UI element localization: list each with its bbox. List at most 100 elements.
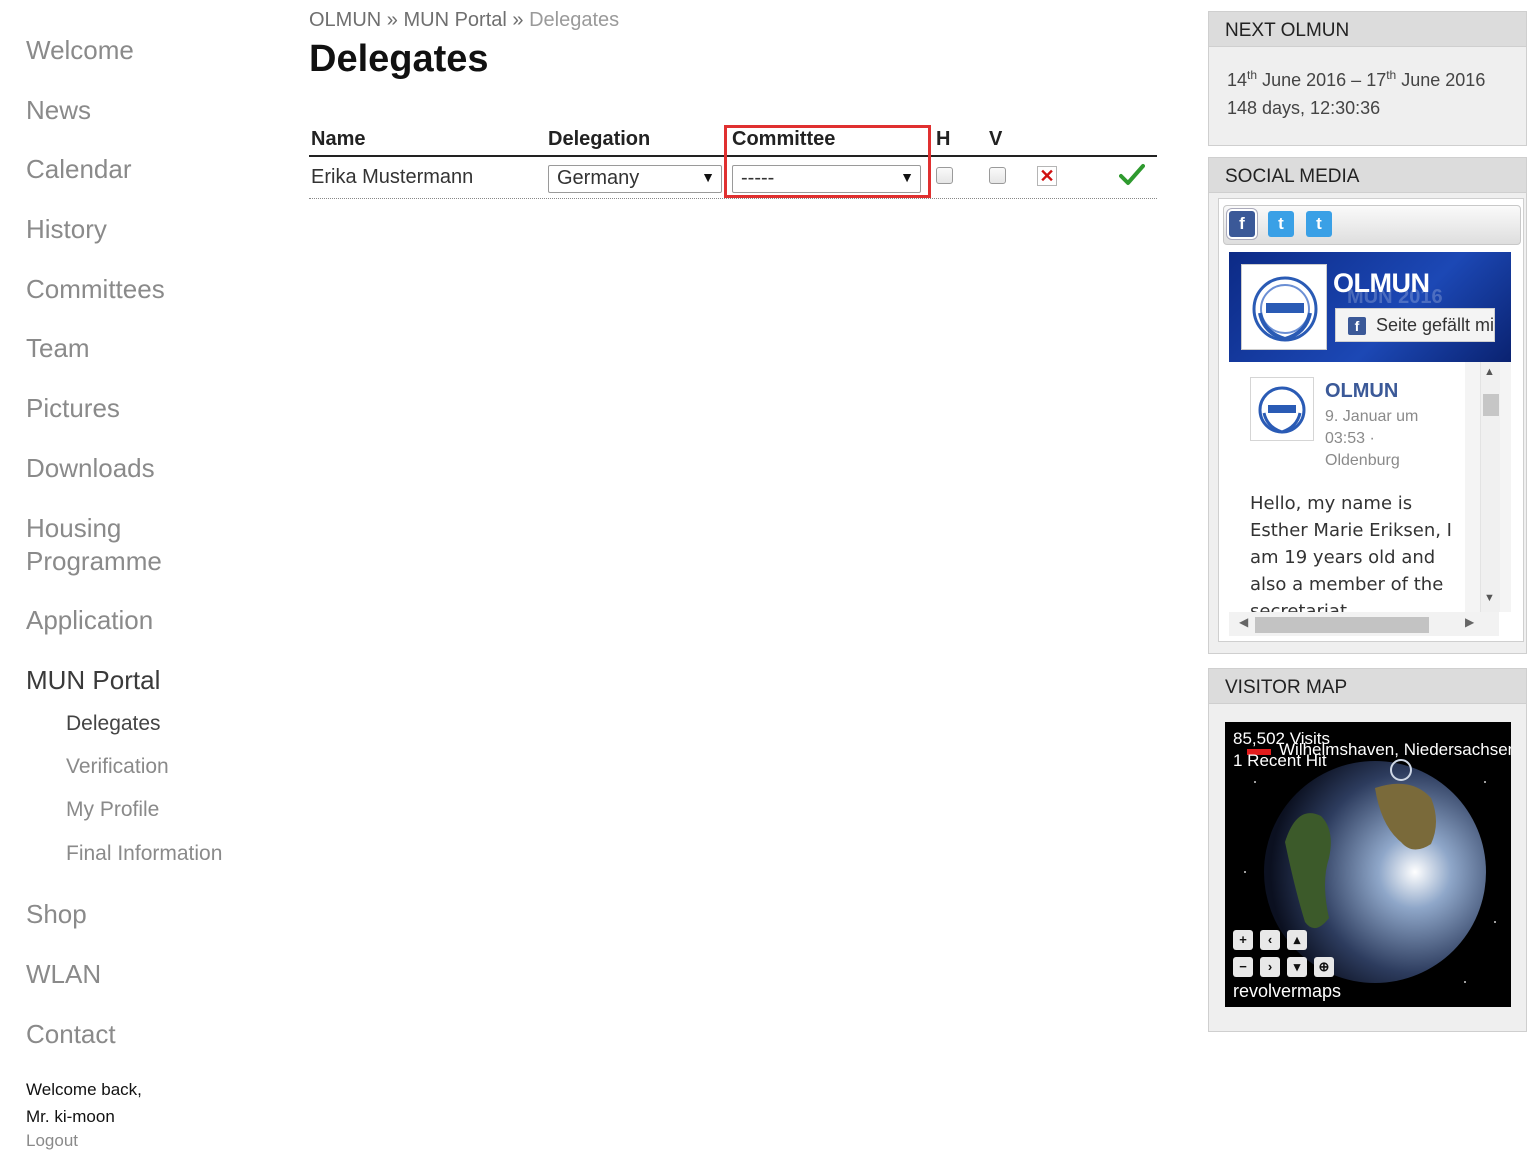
breadcrumb-separator: » — [386, 9, 398, 31]
nav-item-team[interactable]: Team — [26, 332, 90, 365]
nav-item-housing[interactable]: Housing — [26, 512, 121, 545]
like-button-label: Seite gefällt mir — [1376, 315, 1495, 335]
visitor-map-box: VISITOR MAP 85,502 Visits 1 Recent Hit W… — [1208, 668, 1527, 1032]
rotate-left-icon[interactable]: ‹ — [1260, 930, 1280, 950]
breadcrumb-mun-portal[interactable]: MUN Portal — [403, 9, 506, 31]
social-tabs: f t t — [1223, 205, 1521, 245]
rotate-right-icon[interactable]: › — [1260, 957, 1280, 977]
post-text: Hello, my name is Esther Marie Eriksen, … — [1250, 493, 1452, 612]
nav-item-pictures[interactable]: Pictures — [26, 392, 120, 425]
nav-item-mun-portal[interactable]: MUN Portal — [26, 664, 160, 697]
zoom-out-icon[interactable]: − — [1233, 957, 1253, 977]
column-header-v: V — [989, 128, 1003, 150]
feed-horizontal-scrollbar[interactable]: ◀ ▶ — [1229, 612, 1499, 636]
breadcrumb: OLMUN » MUN Portal » Delegates — [309, 9, 619, 32]
facebook-page-cover: MUN 2016 OLMUN f Seite gefällt mir — [1229, 252, 1511, 362]
scroll-right-arrow-icon[interactable]: ▶ — [1465, 615, 1474, 629]
olmun-logo[interactable] — [1241, 264, 1327, 350]
logout-link[interactable]: Logout — [26, 1131, 78, 1151]
nav-item-history[interactable]: History — [26, 213, 107, 246]
welcome-line: Welcome back, — [26, 1080, 142, 1099]
map-provider-brand[interactable]: revolvermaps — [1233, 981, 1341, 1002]
social-media-box: SOCIAL MEDIA f t t MUN 2016 OLMUN f Seit… — [1208, 157, 1527, 654]
zoom-in-icon[interactable]: + — [1233, 930, 1253, 950]
table-header: Name Delegation Committee H V — [309, 123, 1157, 157]
next-olmun-dates: 14th June 2016 – 17th June 2016 148 days… — [1209, 47, 1526, 136]
twitter-tab-icon[interactable]: t — [1268, 211, 1294, 237]
delegation-select[interactable]: Germany ▼ — [548, 165, 722, 193]
scroll-up-arrow-icon[interactable]: ▲ — [1484, 366, 1495, 378]
social-widget: f t t MUN 2016 OLMUN f Seite gefällt mir — [1218, 198, 1524, 642]
scroll-down-arrow-icon[interactable]: ▼ — [1484, 592, 1495, 604]
delegate-name: Erika Mustermann — [311, 166, 474, 188]
rotate-up-icon[interactable]: ▴ — [1287, 930, 1307, 950]
delegates-table: Name Delegation Committee H V Erika Must… — [309, 123, 1157, 199]
scrollbar-thumb[interactable] — [1255, 617, 1429, 633]
start-suffix: th — [1247, 68, 1258, 82]
twitter-feed-tab-icon[interactable]: t — [1306, 211, 1332, 237]
v-checkbox[interactable] — [989, 167, 1006, 184]
nav-subitem-final-information[interactable]: Final Information — [66, 841, 222, 867]
breadcrumb-olmun[interactable]: OLMUN — [309, 9, 381, 31]
olmun-laurel-logo-icon — [1258, 386, 1306, 434]
save-checkmark-icon[interactable] — [1119, 163, 1145, 187]
nav-subitem-my-profile[interactable]: My Profile — [66, 797, 159, 823]
rotate-down-icon[interactable]: ▾ — [1287, 957, 1307, 977]
committee-select-value: ----- — [741, 167, 775, 189]
facebook-icon: f — [1348, 317, 1366, 335]
date-dash: – — [1351, 70, 1362, 90]
page-title: Delegates — [309, 38, 489, 80]
end-suffix: th — [1386, 68, 1397, 82]
nav-subitem-verification[interactable]: Verification — [66, 754, 169, 780]
visitor-map-title: VISITOR MAP — [1209, 669, 1526, 704]
h-checkbox[interactable] — [936, 167, 953, 184]
column-header-name: Name — [311, 128, 366, 150]
nav-item-contact[interactable]: Contact — [26, 1018, 116, 1051]
nav-subitem-delegates[interactable]: Delegates — [66, 711, 161, 737]
user-name: Mr. ki-moon — [26, 1107, 115, 1126]
olmun-laurel-logo-icon — [1252, 276, 1318, 342]
breadcrumb-separator: » — [512, 9, 524, 31]
column-header-delegation: Delegation — [548, 128, 651, 150]
column-header-committee: Committee — [732, 128, 836, 150]
dropdown-arrow-icon: ▼ — [701, 169, 715, 185]
nav-item-shop[interactable]: Shop — [26, 898, 87, 931]
nav-item-programme[interactable]: Programme — [26, 545, 162, 578]
scrollbar-thumb[interactable] — [1483, 394, 1499, 416]
nav-item-welcome[interactable]: Welcome — [26, 34, 134, 67]
social-media-title: SOCIAL MEDIA — [1209, 158, 1526, 193]
scroll-left-arrow-icon[interactable]: ◀ — [1239, 615, 1248, 629]
facebook-tab-icon[interactable]: f — [1229, 211, 1255, 237]
next-olmun-box: NEXT OLMUN 14th June 2016 – 17th June 20… — [1208, 11, 1527, 146]
delegation-select-value: Germany — [557, 167, 640, 189]
nav-item-downloads[interactable]: Downloads — [26, 452, 155, 485]
next-olmun-title: NEXT OLMUN — [1209, 12, 1526, 47]
nav-item-calendar[interactable]: Calendar — [26, 153, 132, 186]
countdown: 148 days, 12:30:36 — [1227, 98, 1381, 118]
breadcrumb-current: Delegates — [529, 9, 620, 31]
post-meta: 9. Januar um 03:53 · Oldenburg — [1325, 408, 1419, 469]
facebook-page-name[interactable]: OLMUN — [1333, 268, 1430, 299]
delete-icon[interactable]: ✕ — [1037, 166, 1057, 186]
table-row: Erika Mustermann Germany ▼ ----- ▼ ✕ — [309, 157, 1157, 199]
dropdown-arrow-icon: ▼ — [900, 169, 914, 185]
nav-item-application[interactable]: Application — [26, 604, 153, 637]
recent-hit-location: Wilhelmshaven, Niedersachsen — [1279, 740, 1511, 759]
nav-item-news[interactable]: News — [26, 94, 91, 127]
post-avatar[interactable] — [1250, 377, 1314, 441]
start-day: 14 — [1227, 70, 1248, 90]
column-header-h: H — [936, 128, 951, 150]
committee-select[interactable]: ----- ▼ — [732, 165, 921, 193]
feed-vertical-scrollbar[interactable]: ▲ ▼ — [1465, 362, 1511, 612]
nav-item-committees[interactable]: Committees — [26, 273, 165, 306]
welcome-message: Welcome back, Mr. ki-moon — [26, 1076, 142, 1130]
start-month-year: June 2016 — [1262, 70, 1347, 90]
nav-item-wlan[interactable]: WLAN — [26, 958, 101, 991]
post-author[interactable]: OLMUN — [1325, 380, 1398, 403]
event-date-range: 14th June 2016 – 17th June 2016 — [1227, 61, 1508, 94]
facebook-like-button[interactable]: f Seite gefällt mir — [1335, 308, 1495, 342]
end-day: 17 — [1366, 70, 1387, 90]
end-month-year: June 2016 — [1401, 70, 1486, 90]
visitor-globe-map[interactable]: 85,502 Visits 1 Recent Hit Wilhelmshaven… — [1225, 722, 1511, 1007]
reset-view-icon[interactable]: ⊕ — [1314, 957, 1334, 977]
